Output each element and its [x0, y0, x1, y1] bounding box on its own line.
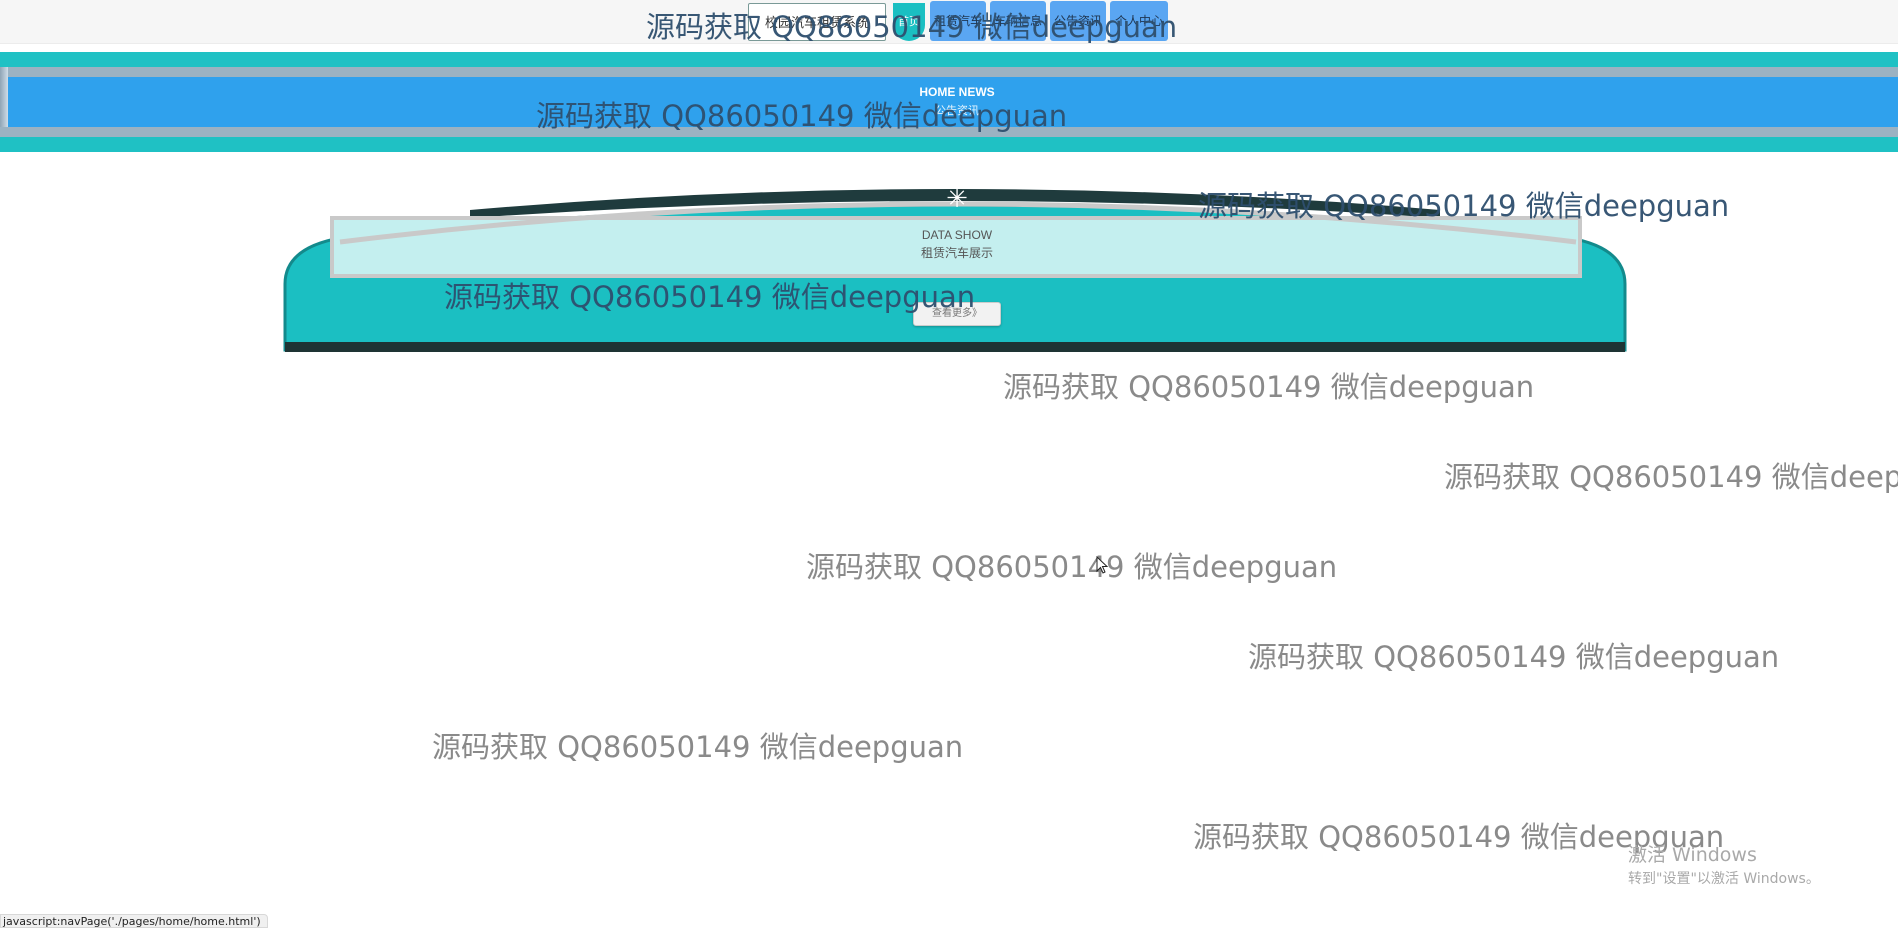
- watermark-text: 源码获取 QQ86050149 微信deepguan: [646, 10, 1178, 44]
- windows-activation-subtitle: 转到"设置"以激活 Windows。: [1628, 871, 1820, 887]
- browser-status-bar: javascript:navPage('./pages/home/home.ht…: [0, 914, 268, 928]
- data-show-subtitle: 租赁汽车展示: [920, 246, 993, 260]
- banner-bottom-stripe: [0, 137, 1898, 152]
- panel-bottom-edge: [285, 342, 1625, 352]
- watermark-text: 源码获取 QQ86050149 微信deepguan: [536, 99, 1068, 133]
- page: 校园汽车租赁系统 首页 租赁汽车 车辆信息 公告资讯 个人中心 HOME NEW…: [0, 0, 1898, 928]
- watermark-text: 源码获取 QQ86050149 微信deepguan: [806, 550, 1338, 584]
- watermark-text: 源码获取 QQ86050149 微信deepguan: [1003, 370, 1535, 404]
- watermark-text: 源码获取 QQ86050149 微信deepguan: [432, 730, 964, 764]
- watermark-text: 源码获取 QQ86050149 微信deepguan: [1198, 189, 1730, 223]
- mouse-cursor-icon: [1096, 556, 1109, 574]
- gear-icon: ✳: [946, 183, 968, 213]
- data-show-title: DATA SHOW: [921, 228, 993, 242]
- watermark-text: 源码获取 QQ86050149 微信deepguan: [444, 280, 976, 314]
- windows-activation-title: 激活 Windows: [1628, 844, 1757, 866]
- watermark-text: 源码获取 QQ86050149 微信deepguan: [1248, 640, 1780, 674]
- banner-top-stripe: [0, 52, 1898, 67]
- watermark-text: 源码获取 QQ86050149 微信deepguan: [1444, 460, 1898, 494]
- banner-top-bevel: [0, 67, 1898, 77]
